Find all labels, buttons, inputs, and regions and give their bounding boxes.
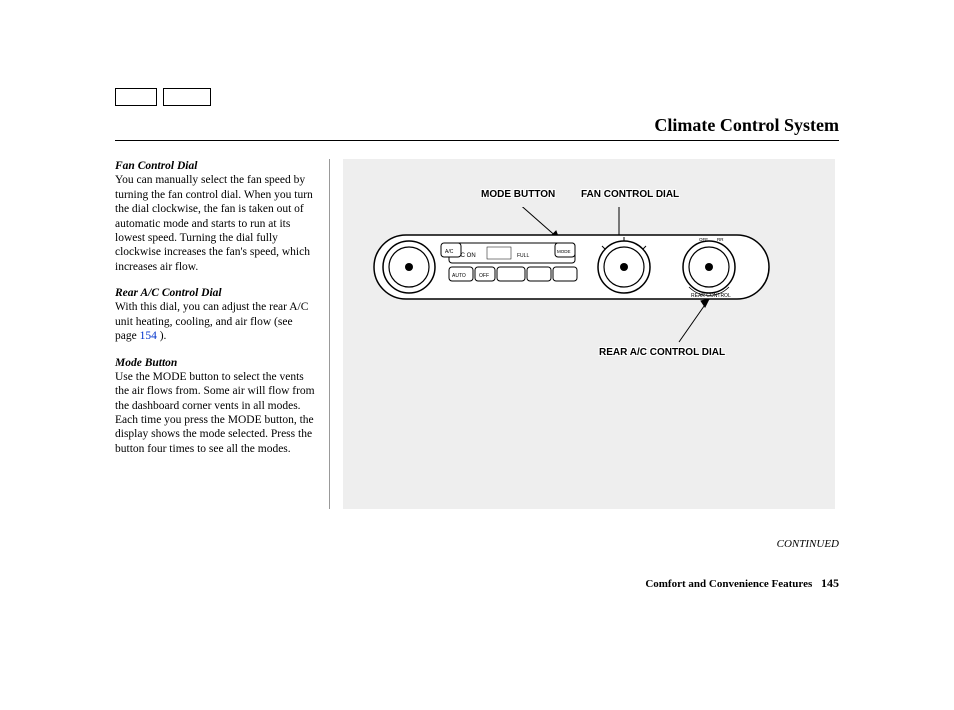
- diagram-column: MODE BUTTON FAN CONTROL DIAL REAR A/C CO…: [330, 159, 839, 509]
- climate-panel-diagram: A/C ON FULL A/C MODE AUTO OFF: [369, 207, 809, 357]
- page-title: Climate Control System: [654, 115, 839, 135]
- svg-text:OFF: OFF: [479, 273, 489, 279]
- svg-text:REAR CONTROL: REAR CONTROL: [691, 293, 731, 299]
- svg-text:FULL: FULL: [517, 253, 529, 259]
- svg-text:RR: RR: [717, 237, 724, 242]
- svg-text:A/C: A/C: [445, 249, 454, 255]
- section-mode-body: Use the MODE button to select the vents …: [115, 371, 315, 455]
- svg-text:MODE: MODE: [557, 249, 571, 254]
- section-fan: Fan Control Dial You can manually select…: [115, 159, 317, 274]
- body-column: Fan Control Dial You can manually select…: [115, 159, 330, 509]
- svg-text:AUTO: AUTO: [452, 273, 466, 279]
- nav-boxes: [115, 88, 211, 106]
- footer-section: Comfort and Convenience Features: [645, 578, 812, 590]
- page-header: Climate Control System: [115, 115, 839, 141]
- section-rear: Rear A/C Control Dial With this dial, yo…: [115, 286, 317, 344]
- svg-text:OFF: OFF: [699, 237, 708, 242]
- section-rear-body-post: ).: [157, 330, 167, 342]
- footer-page-number: 145: [821, 576, 839, 590]
- section-rear-title: Rear A/C Control Dial: [115, 287, 222, 299]
- page-footer: Comfort and Convenience Features 145: [645, 576, 839, 591]
- continued-label: CONTINUED: [777, 538, 839, 550]
- callout-mode-button: MODE BUTTON: [481, 189, 555, 200]
- section-mode-title: Mode Button: [115, 357, 177, 369]
- nav-box-2[interactable]: [163, 88, 211, 106]
- page-link-154[interactable]: 154: [140, 330, 157, 342]
- section-fan-title: Fan Control Dial: [115, 160, 197, 172]
- section-fan-body: You can manually select the fan speed by…: [115, 174, 313, 272]
- callout-fan-dial: FAN CONTROL DIAL: [581, 189, 679, 200]
- section-mode: Mode Button Use the MODE button to selec…: [115, 356, 317, 457]
- diagram-box: MODE BUTTON FAN CONTROL DIAL REAR A/C CO…: [343, 159, 835, 509]
- nav-box-1[interactable]: [115, 88, 157, 106]
